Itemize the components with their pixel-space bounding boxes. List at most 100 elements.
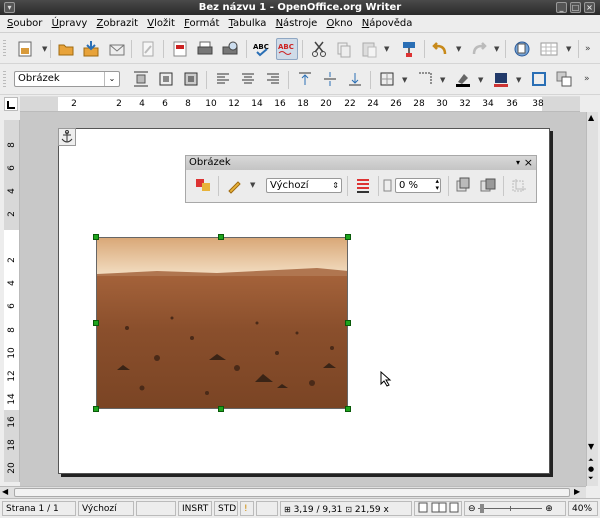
align-right-icon[interactable] (262, 68, 284, 90)
resize-handle[interactable] (345, 406, 351, 412)
menu-okno[interactable]: Okno (323, 15, 355, 29)
menu-napoveda[interactable]: Nápověda (359, 15, 416, 29)
toolbar-overflow-icon[interactable]: » (585, 44, 591, 54)
previous-page-icon[interactable]: ⏶ (588, 456, 594, 465)
signature-cell[interactable] (256, 501, 278, 516)
align-left-icon[interactable] (212, 68, 234, 90)
copy-icon[interactable] (333, 38, 355, 60)
clone-formatting-icon[interactable] (398, 38, 420, 60)
align-center-icon[interactable] (237, 68, 259, 90)
open-folder-icon[interactable] (55, 38, 77, 60)
horizontal-ruler[interactable]: 2 2 4 6 8 10 12 14 16 18 20 22 24 26 28 … (20, 96, 580, 112)
zoom-slider[interactable]: ⊖ ⊕ (464, 501, 566, 516)
resize-handle[interactable] (345, 320, 351, 326)
page-indicator[interactable]: Strana 1 / 1 (2, 501, 76, 516)
toolbar-grip[interactable] (3, 40, 6, 58)
frame-properties-icon[interactable] (528, 68, 550, 90)
new-dropdown-icon[interactable]: ▼ (42, 45, 47, 53)
redo-dropdown-icon[interactable]: ▼ (494, 45, 499, 53)
flip-horizontal-icon[interactable] (477, 174, 499, 196)
background-color-dropdown-icon[interactable]: ▼ (516, 76, 521, 84)
resize-handle[interactable] (93, 406, 99, 412)
paste-icon[interactable] (358, 38, 380, 60)
autospellcheck-icon[interactable]: ABC (276, 38, 298, 60)
image-toolbar-header[interactable]: Obrázek ▾ × (186, 156, 536, 170)
image-mode-brush-icon[interactable] (224, 174, 246, 196)
scroll-right-icon[interactable]: ▶ (574, 487, 580, 496)
navigator-icon[interactable]: ● (588, 465, 594, 473)
image-filter-icon[interactable] (192, 174, 214, 196)
menu-tabulka[interactable]: Tabulka (226, 15, 270, 29)
anchor-icon[interactable] (58, 128, 76, 146)
flip-vertical-icon[interactable] (452, 174, 474, 196)
border-color-icon[interactable] (452, 68, 474, 90)
language-cell[interactable] (136, 501, 176, 516)
resize-handle[interactable] (93, 320, 99, 326)
scroll-up-icon[interactable]: ▲ (588, 113, 594, 122)
zoom-in-icon[interactable]: ⊕ (545, 504, 553, 514)
bring-to-front-icon[interactable] (553, 68, 575, 90)
table-icon[interactable] (538, 38, 560, 60)
minimize-icon[interactable]: _ (556, 2, 567, 13)
toolbar-grip[interactable] (3, 71, 6, 89)
spellcheck-icon[interactable]: ABC (251, 38, 273, 60)
chevron-updown-icon[interactable]: ⇕ (332, 179, 339, 192)
frame-style-select[interactable]: Obrázek ⌄ (14, 71, 120, 87)
save-icon[interactable] (80, 38, 102, 60)
crop-icon[interactable] (508, 174, 530, 196)
hyperlink-icon[interactable] (511, 38, 533, 60)
border-color-dropdown-icon[interactable]: ▼ (478, 76, 483, 84)
window-menu-icon[interactable]: ▾ (4, 2, 15, 13)
vertical-ruler[interactable]: 8 6 4 2 2 4 6 8 10 12 14 16 18 20 (4, 120, 20, 482)
menu-vlozit[interactable]: Vložit (144, 15, 178, 29)
next-page-icon[interactable]: ⏷ (588, 474, 594, 483)
resize-handle[interactable] (345, 234, 351, 240)
align-bottom-icon[interactable] (344, 68, 366, 90)
zoom-out-icon[interactable]: ⊖ (468, 504, 476, 514)
paste-dropdown-icon[interactable]: ▼ (384, 45, 389, 53)
toolbar-options-icon[interactable]: ▾ (516, 156, 520, 170)
menu-upravy[interactable]: Úpravy (49, 15, 91, 29)
insert-mode[interactable]: INSRT (178, 501, 212, 516)
modified-icon[interactable]: ! (240, 501, 254, 516)
menu-format[interactable]: Formát (181, 15, 222, 29)
align-top-icon[interactable] (294, 68, 316, 90)
inserted-image[interactable] (96, 237, 348, 409)
tab-stop-selector[interactable] (4, 97, 18, 111)
resize-handle[interactable] (218, 406, 224, 412)
horizontal-scrollbar[interactable]: ◀ ▶ (0, 486, 586, 498)
menu-nastroje[interactable]: Nástroje (273, 15, 321, 29)
wrap-off-icon[interactable] (130, 68, 152, 90)
close-icon[interactable]: × (524, 156, 533, 170)
edit-file-icon[interactable] (137, 38, 159, 60)
spin-arrows-icon[interactable]: ▴ ▾ (435, 178, 439, 192)
resize-handle[interactable] (218, 234, 224, 240)
resize-handle[interactable] (93, 234, 99, 240)
maximize-icon[interactable]: □ (570, 2, 581, 13)
border-style-icon[interactable] (414, 68, 436, 90)
color-adjust-icon[interactable] (352, 174, 374, 196)
zoom-level[interactable]: 40% (568, 501, 598, 516)
scroll-left-icon[interactable]: ◀ (2, 487, 8, 496)
export-pdf-icon[interactable] (169, 38, 191, 60)
toolbar-overflow-icon[interactable]: » (584, 74, 590, 84)
selection-mode[interactable]: STD (214, 501, 238, 516)
borders-dropdown-icon[interactable]: ▼ (402, 76, 407, 84)
page-style[interactable]: Výchozí (78, 501, 134, 516)
image-mode-dropdown-icon[interactable]: ▼ (250, 181, 255, 189)
view-layout[interactable] (414, 501, 462, 516)
vertical-scrollbar[interactable]: ▲ ▼ ⏶ ● ⏷ (586, 112, 598, 486)
scroll-down-icon[interactable]: ▼ (588, 442, 594, 451)
graphics-mode-select[interactable]: Výchozí ⇕ (266, 178, 342, 193)
print-icon[interactable] (194, 38, 216, 60)
border-style-dropdown-icon[interactable]: ▼ (440, 76, 445, 84)
scroll-thumb[interactable] (14, 488, 570, 497)
wrap-through-icon[interactable] (180, 68, 202, 90)
undo-dropdown-icon[interactable]: ▼ (456, 45, 461, 53)
borders-icon[interactable] (376, 68, 398, 90)
undo-icon[interactable] (429, 38, 451, 60)
menu-zobrazit[interactable]: Zobrazit (94, 15, 142, 29)
background-color-icon[interactable] (490, 68, 512, 90)
email-icon[interactable] (106, 38, 128, 60)
align-middle-icon[interactable] (319, 68, 341, 90)
